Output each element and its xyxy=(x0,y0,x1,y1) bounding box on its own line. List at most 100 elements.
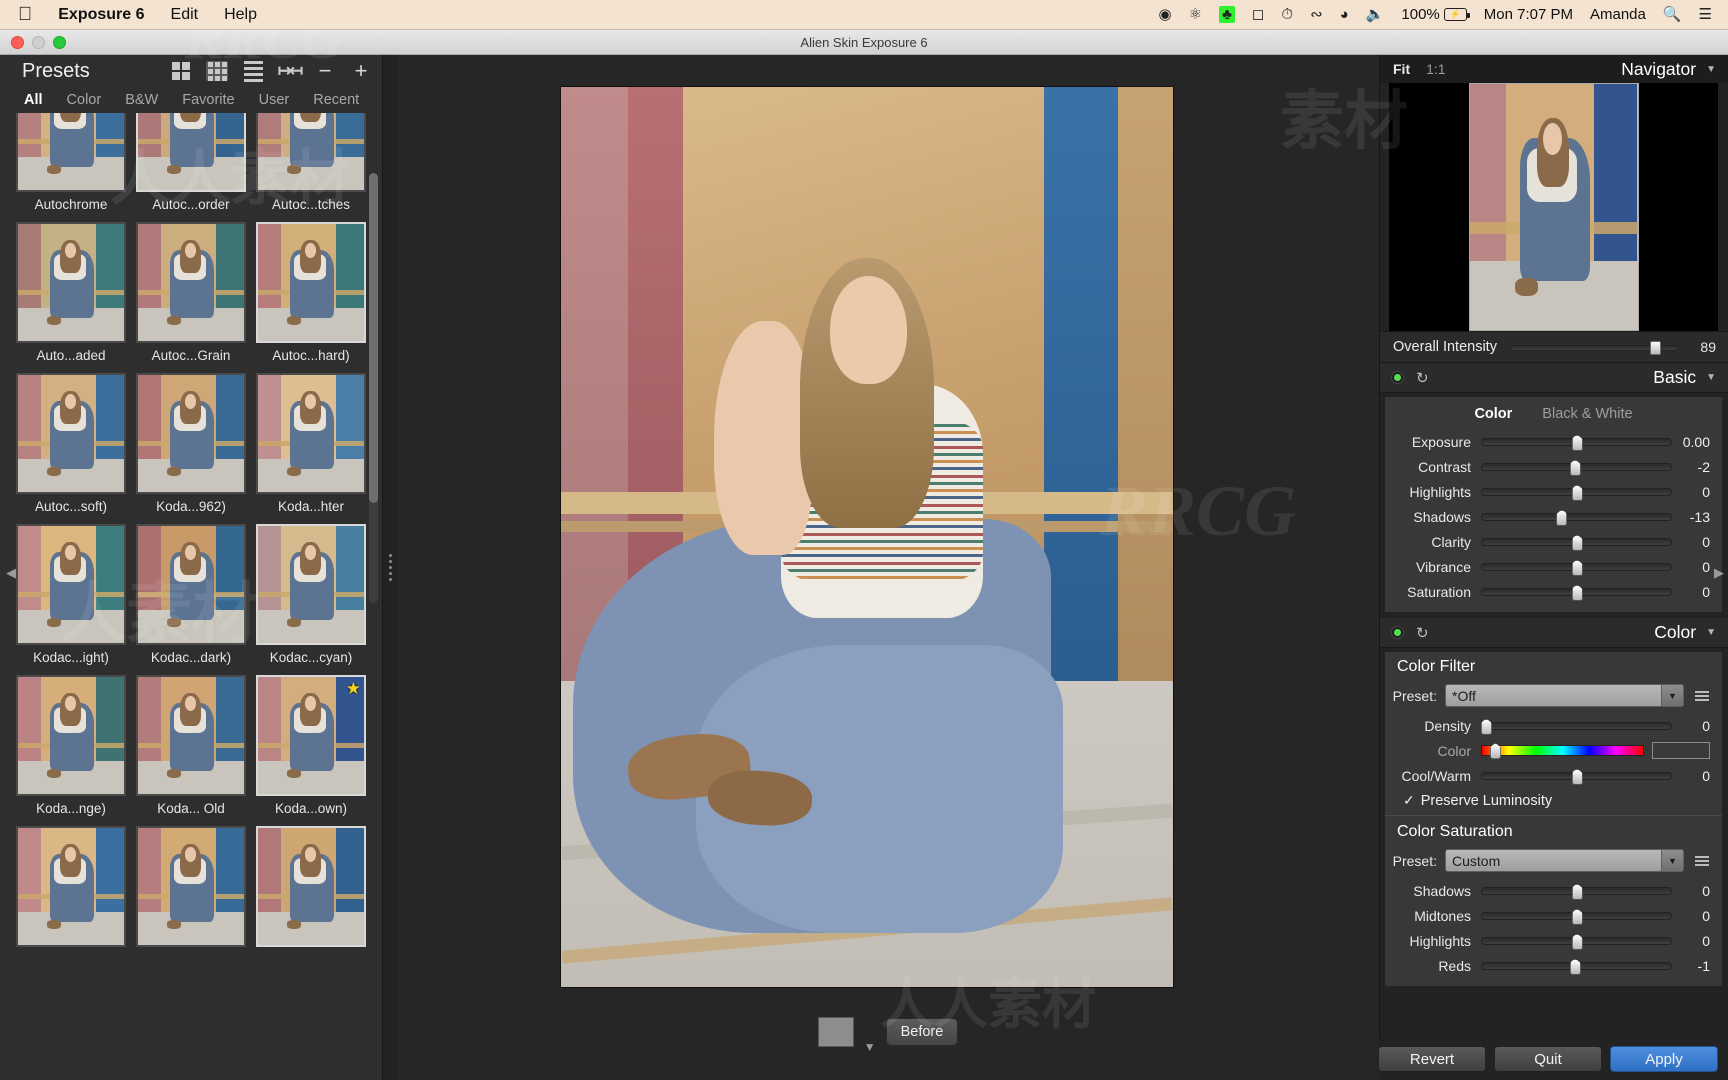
minus-icon[interactable]: − xyxy=(314,60,336,82)
left-panel-resize-handle[interactable] xyxy=(383,55,397,1080)
preset-item[interactable]: Autoc...hard) xyxy=(256,222,366,365)
preset-thumbnail[interactable] xyxy=(136,675,246,796)
preset-item[interactable] xyxy=(136,826,246,954)
preset-thumbnail[interactable] xyxy=(256,373,366,494)
tab-all[interactable]: All xyxy=(24,92,43,108)
chevron-down-icon[interactable]: ▼ xyxy=(864,1040,876,1054)
power-led-icon[interactable] xyxy=(1391,371,1404,384)
airplay-icon[interactable]: ◻ xyxy=(1252,7,1264,22)
wifi-icon[interactable]: ◕ xyxy=(1340,7,1349,22)
app-green-icon[interactable]: ♣ xyxy=(1219,6,1235,23)
preset-item[interactable]: ★ Koda...own) xyxy=(256,675,366,818)
basic-slider-slider[interactable] xyxy=(1481,484,1672,501)
basic-slider-slider[interactable] xyxy=(1481,434,1672,451)
tab-recent[interactable]: Recent xyxy=(313,92,359,108)
preset-thumbnail[interactable]: ★ xyxy=(256,675,366,796)
collapse-icon[interactable]: ↦↤ xyxy=(278,61,304,81)
preset-item[interactable]: Auto...aded xyxy=(16,222,126,365)
preset-thumbnail[interactable] xyxy=(256,826,366,947)
preset-thumbnail[interactable] xyxy=(16,373,126,494)
collapse-right-panel-icon[interactable]: ▶ xyxy=(1714,565,1724,581)
preset-item[interactable]: Koda... Old xyxy=(136,675,246,818)
preset-thumbnail[interactable] xyxy=(16,826,126,947)
grid-small-icon[interactable] xyxy=(206,61,228,81)
grid-large-icon[interactable] xyxy=(170,61,192,81)
tab-bw[interactable]: B&W xyxy=(125,92,158,108)
quit-button[interactable]: Quit xyxy=(1494,1046,1602,1072)
color-filter-preset-select[interactable]: *Off ▼ xyxy=(1445,684,1684,707)
preset-thumbnail[interactable] xyxy=(136,373,246,494)
preset-item[interactable] xyxy=(256,826,366,954)
overall-intensity-slider[interactable] xyxy=(1510,341,1678,355)
preset-thumbnail[interactable] xyxy=(16,222,126,343)
reset-icon[interactable]: ↻ xyxy=(1416,624,1429,642)
tab-user[interactable]: User xyxy=(259,92,290,108)
preset-item[interactable]: Autoc...order xyxy=(136,113,246,214)
preset-item[interactable]: Kodac...dark) xyxy=(136,524,246,667)
navigator-zoom-button[interactable]: 1:1 xyxy=(1426,61,1445,77)
preset-thumbnail[interactable] xyxy=(256,222,366,343)
preset-item[interactable]: Autoc...soft) xyxy=(16,373,126,516)
hamburger-menu-icon[interactable] xyxy=(1690,855,1714,866)
preset-item[interactable]: Kodac...ight) xyxy=(16,524,126,667)
preset-thumbnail[interactable] xyxy=(136,826,246,947)
preset-item[interactable]: Koda...962) xyxy=(136,373,246,516)
basic-slider-slider[interactable] xyxy=(1481,459,1672,476)
power-led-icon[interactable] xyxy=(1391,626,1404,639)
tab-bw-mode[interactable]: Black & White xyxy=(1542,406,1632,422)
chevron-down-icon[interactable]: ▼ xyxy=(1706,64,1716,75)
menu-user[interactable]: Amanda xyxy=(1590,6,1646,23)
menu-edit[interactable]: Edit xyxy=(171,6,199,24)
collapse-left-panel-icon[interactable]: ◀ xyxy=(6,565,16,581)
tab-color[interactable]: Color xyxy=(67,92,102,108)
control-center-icon[interactable]: ☰ xyxy=(1699,7,1712,22)
image-canvas[interactable]: ▼ Before xyxy=(397,55,1379,1080)
saturation-slider-slider[interactable] xyxy=(1481,908,1672,925)
bluetooth-icon[interactable]: ∾ xyxy=(1310,7,1323,22)
favorite-star-icon[interactable]: ★ xyxy=(346,679,361,699)
menu-clock[interactable]: Mon 7:07 PM xyxy=(1484,6,1573,23)
saturation-slider-slider[interactable] xyxy=(1481,883,1672,900)
battery-status[interactable]: 100% ⚡ xyxy=(1401,6,1470,23)
hamburger-menu-icon[interactable] xyxy=(1690,690,1714,701)
preset-thumbnail[interactable] xyxy=(136,113,246,192)
saturation-slider-slider[interactable] xyxy=(1481,933,1672,950)
preset-item[interactable]: Koda...nge) xyxy=(16,675,126,818)
color-preview-swatch[interactable] xyxy=(1652,742,1710,759)
navigator-fit-button[interactable]: Fit xyxy=(1393,61,1410,77)
preset-thumbnail[interactable] xyxy=(16,113,126,192)
color-saturation-preset-select[interactable]: Custom ▼ xyxy=(1445,849,1684,872)
apply-button[interactable]: Apply xyxy=(1610,1046,1718,1072)
preset-item[interactable]: Autoc...tches xyxy=(256,113,366,214)
preset-thumbnail[interactable] xyxy=(136,524,246,645)
plus-icon[interactable]: + xyxy=(350,60,372,82)
preserve-luminosity-row[interactable]: ✓ Preserve Luminosity xyxy=(1385,788,1722,815)
before-button[interactable]: Before xyxy=(885,1018,959,1046)
color-swatch-button[interactable] xyxy=(817,1017,854,1047)
chevron-down-icon[interactable]: ▼ xyxy=(1661,685,1683,706)
creative-cloud-icon[interactable]: ⚛ xyxy=(1189,7,1202,22)
presets-scroll-area[interactable]: Autochrome Autoc...order Autoc...tches Auto… xyxy=(0,113,382,1080)
preset-item[interactable]: Koda...hter xyxy=(256,373,366,516)
navigator-preview[interactable] xyxy=(1389,83,1718,331)
density-slider[interactable] xyxy=(1480,718,1672,735)
saturation-slider-slider[interactable] xyxy=(1481,958,1672,975)
preset-thumbnail[interactable] xyxy=(256,524,366,645)
tab-color-mode[interactable]: Color xyxy=(1474,406,1512,422)
preset-thumbnail[interactable] xyxy=(136,222,246,343)
revert-button[interactable]: Revert xyxy=(1378,1046,1486,1072)
chevron-down-icon[interactable]: ▼ xyxy=(1661,850,1683,871)
preset-item[interactable]: Autochrome xyxy=(16,113,126,214)
menu-help[interactable]: Help xyxy=(224,6,257,24)
cool-warm-slider[interactable] xyxy=(1481,768,1672,785)
preset-item[interactable]: Autoc...Grain xyxy=(136,222,246,365)
search-icon[interactable]: 🔍 xyxy=(1663,7,1682,22)
preset-thumbnail[interactable] xyxy=(16,675,126,796)
preset-item[interactable] xyxy=(16,826,126,954)
apple-icon[interactable]:  xyxy=(18,5,32,24)
presets-scrollbar[interactable] xyxy=(369,173,378,603)
record-icon[interactable]: ◉ xyxy=(1159,7,1172,22)
chevron-down-icon[interactable]: ▼ xyxy=(1706,372,1716,383)
basic-slider-slider[interactable] xyxy=(1481,584,1672,601)
preset-item[interactable]: Kodac...cyan) xyxy=(256,524,366,667)
